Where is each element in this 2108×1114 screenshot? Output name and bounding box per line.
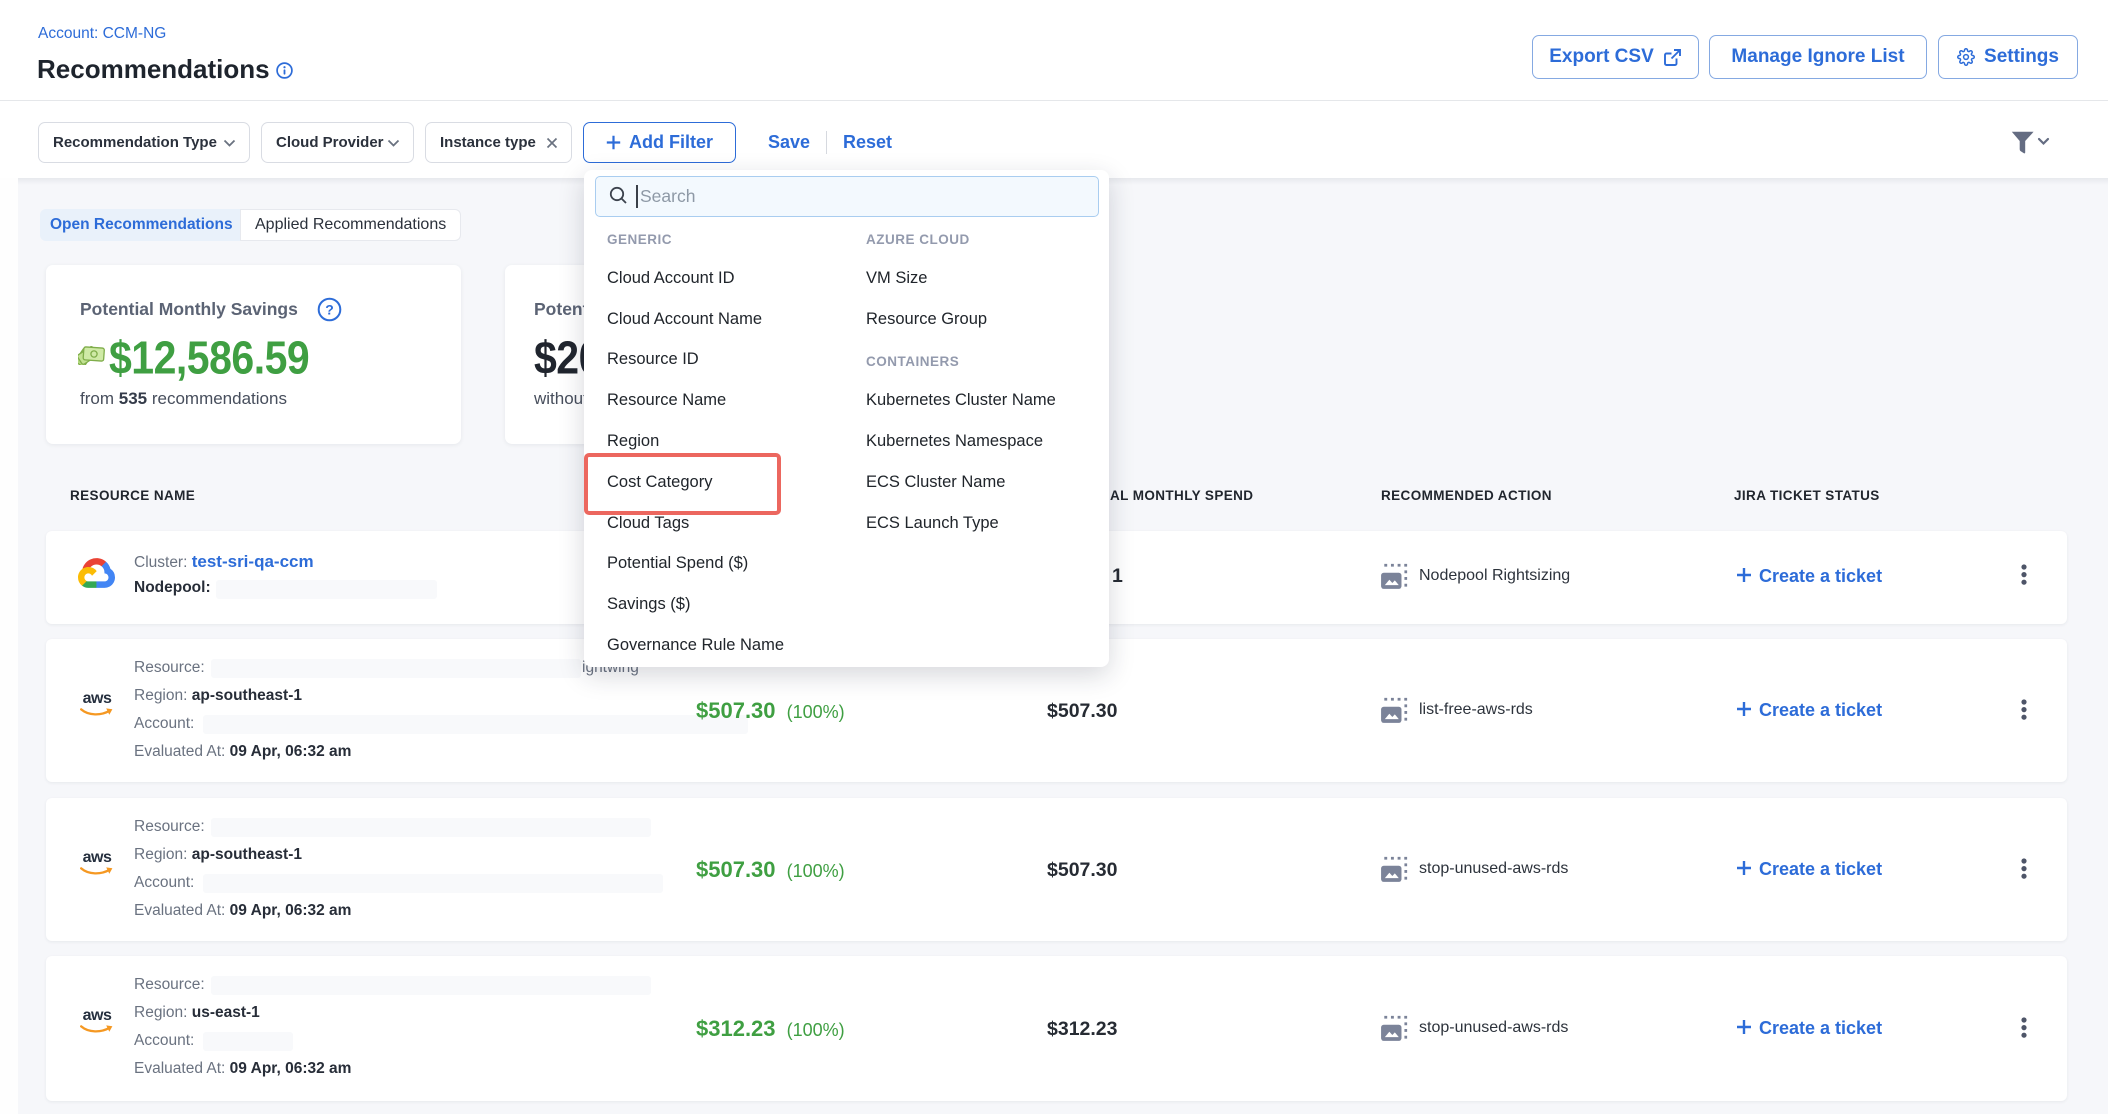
svg-text:?: ? (325, 302, 334, 318)
